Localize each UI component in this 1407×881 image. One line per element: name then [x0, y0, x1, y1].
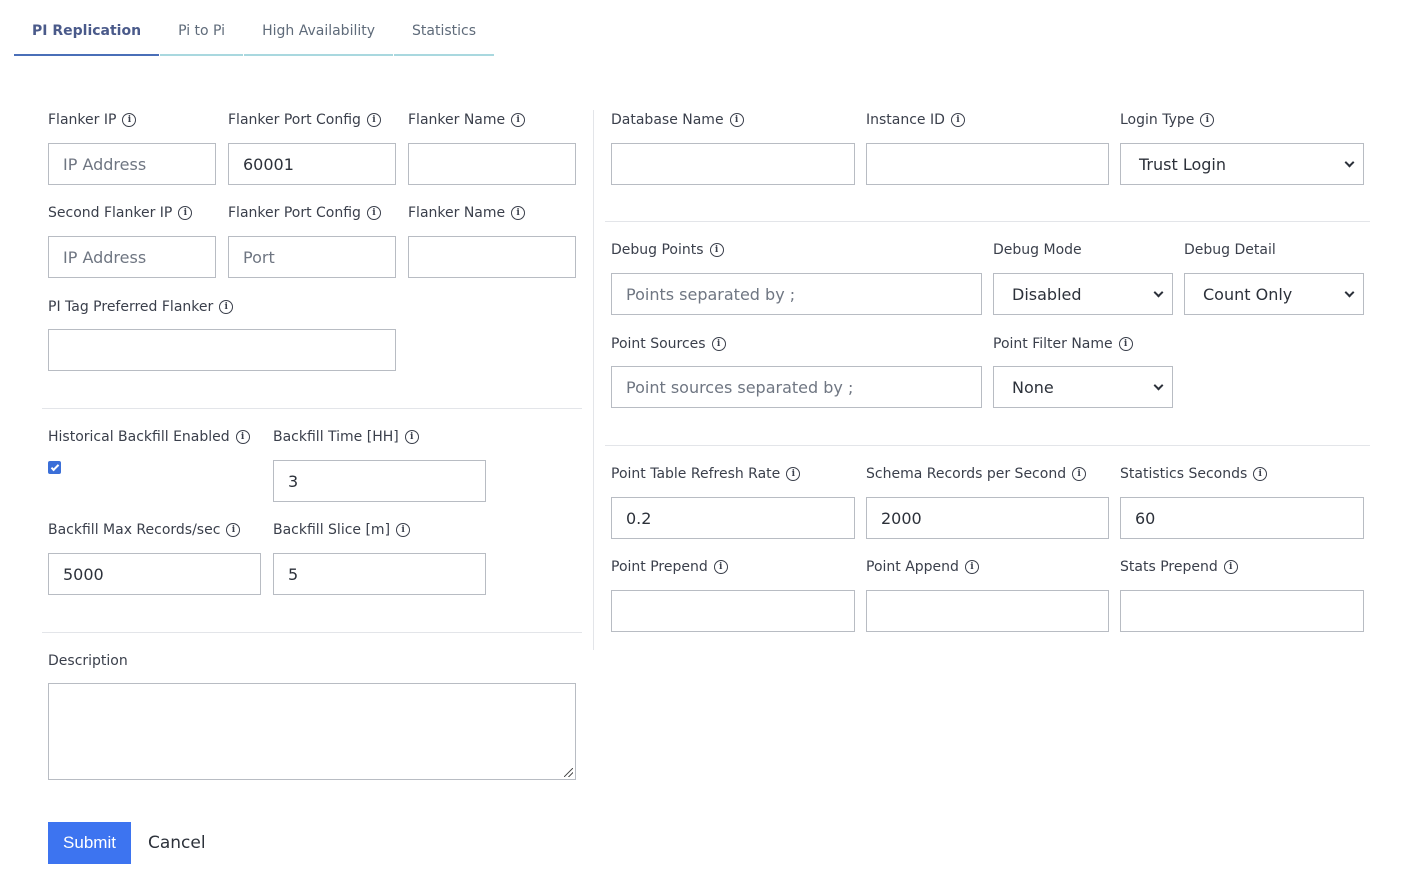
description-label: Description [48, 653, 128, 669]
second-flanker-port-input[interactable]: Port [228, 236, 396, 278]
info-icon[interactable]: i [711, 337, 726, 351]
info-icon[interactable]: i [729, 113, 744, 127]
info-icon[interactable]: i [709, 243, 724, 257]
info-icon[interactable]: i [511, 206, 526, 220]
info-icon[interactable]: i [1223, 560, 1238, 574]
database-name-input[interactable] [611, 143, 855, 185]
chevron-down-icon [1344, 287, 1355, 298]
point-table-refresh-rate-input[interactable]: 0.2 [611, 497, 855, 539]
debug-detail-label: Debug Detail [1184, 242, 1276, 258]
second-flanker-name-input[interactable] [408, 236, 576, 278]
pi-tag-preferred-flanker-input[interactable] [48, 329, 396, 371]
divider [605, 221, 1370, 222]
info-icon[interactable]: i [178, 206, 193, 220]
divider [42, 408, 582, 409]
point-prepend-label: Point Prepend i [611, 557, 728, 577]
info-icon[interactable]: i [713, 560, 728, 574]
stats-prepend-input[interactable] [1120, 590, 1364, 632]
flanker-ip-label: Flanker IP i [48, 110, 137, 130]
info-icon[interactable]: i [404, 430, 419, 444]
point-sources-input[interactable]: Point sources separated by ; [611, 366, 982, 408]
debug-mode-label: Debug Mode [993, 242, 1082, 258]
submit-button[interactable]: Submit [48, 822, 131, 864]
backfill-time-label: Backfill Time [HH] i [273, 427, 419, 447]
divider [605, 445, 1370, 446]
checkmark-icon [50, 462, 59, 471]
second-flanker-name-label: Flanker Name i [408, 203, 526, 223]
info-icon[interactable]: i [226, 523, 241, 537]
debug-mode-select[interactable]: Disabled [993, 273, 1173, 315]
backfill-max-records-label: Backfill Max Records/sec i [48, 520, 241, 540]
statistics-seconds-input[interactable]: 60 [1120, 497, 1364, 539]
tab-statistics[interactable]: Statistics [394, 8, 495, 56]
info-icon[interactable]: i [235, 430, 250, 444]
info-icon[interactable]: i [366, 206, 381, 220]
tab-pi-to-pi[interactable]: Pi to Pi [160, 8, 244, 56]
backfill-slice-input[interactable]: 5 [273, 553, 486, 595]
pi-tag-preferred-flanker-label: PI Tag Preferred Flanker i [48, 297, 234, 317]
backfill-slice-label: Backfill Slice [m] i [273, 520, 411, 540]
second-flanker-port-config-label: Flanker Port Config i [228, 203, 381, 223]
info-icon[interactable]: i [1253, 467, 1268, 481]
point-prepend-input[interactable] [611, 590, 855, 632]
second-flanker-ip-label: Second Flanker IP i [48, 203, 193, 223]
resize-handle-icon[interactable] [564, 768, 573, 777]
point-filter-name-select[interactable]: None [993, 366, 1173, 408]
point-append-label: Point Append i [866, 557, 979, 577]
flanker-port-config-input[interactable]: 60001 [228, 143, 396, 185]
debug-detail-select[interactable]: Count Only [1184, 273, 1364, 315]
tab-pi-replication[interactable]: PI Replication [14, 8, 160, 56]
debug-points-label: Debug Points i [611, 240, 724, 260]
point-table-refresh-rate-label: Point Table Refresh Rate i [611, 464, 801, 484]
schema-records-per-second-input[interactable]: 2000 [866, 497, 1109, 539]
point-filter-name-label: Point Filter Name i [993, 334, 1133, 354]
divider [42, 632, 582, 633]
info-icon[interactable]: i [396, 523, 411, 537]
chevron-down-icon [1344, 157, 1355, 168]
info-icon[interactable]: i [950, 113, 965, 127]
info-icon[interactable]: i [219, 300, 234, 314]
info-icon[interactable]: i [1072, 467, 1087, 481]
flanker-port-config-label: Flanker Port Config i [228, 110, 381, 130]
schema-records-per-second-label: Schema Records per Second i [866, 464, 1087, 484]
flanker-name-input[interactable] [408, 143, 576, 185]
tab-bar: PI Replication Pi to Pi High Availabilit… [14, 8, 495, 56]
tab-high-availability[interactable]: High Availability [244, 8, 394, 56]
backfill-max-records-input[interactable]: 5000 [48, 553, 261, 595]
info-icon[interactable]: i [1118, 337, 1133, 351]
info-icon[interactable]: i [964, 560, 979, 574]
debug-points-input[interactable]: Points separated by ; [611, 273, 982, 315]
chevron-down-icon [1153, 380, 1164, 391]
stats-prepend-label: Stats Prepend i [1120, 557, 1238, 577]
second-flanker-ip-input[interactable]: IP Address [48, 236, 216, 278]
info-icon[interactable]: i [122, 113, 137, 127]
info-icon[interactable]: i [1200, 113, 1215, 127]
flanker-name-label: Flanker Name i [408, 110, 526, 130]
login-type-select[interactable]: Trust Login [1120, 143, 1364, 185]
flanker-ip-input[interactable]: IP Address [48, 143, 216, 185]
instance-id-input[interactable] [866, 143, 1109, 185]
historical-backfill-enabled-label: Historical Backfill Enabled i [48, 427, 250, 447]
cancel-button[interactable]: Cancel [148, 822, 206, 864]
database-name-label: Database Name i [611, 110, 744, 130]
point-sources-label: Point Sources i [611, 334, 726, 354]
info-icon[interactable]: i [786, 467, 801, 481]
historical-backfill-checkbox[interactable] [48, 461, 61, 474]
login-type-label: Login Type i [1120, 110, 1215, 130]
instance-id-label: Instance ID i [866, 110, 965, 130]
backfill-time-input[interactable]: 3 [273, 460, 486, 502]
statistics-seconds-label: Statistics Seconds i [1120, 464, 1268, 484]
point-append-input[interactable] [866, 590, 1109, 632]
description-textarea[interactable] [48, 683, 576, 780]
info-icon[interactable]: i [366, 113, 381, 127]
column-divider [593, 110, 594, 650]
chevron-down-icon [1153, 287, 1164, 298]
info-icon[interactable]: i [511, 113, 526, 127]
